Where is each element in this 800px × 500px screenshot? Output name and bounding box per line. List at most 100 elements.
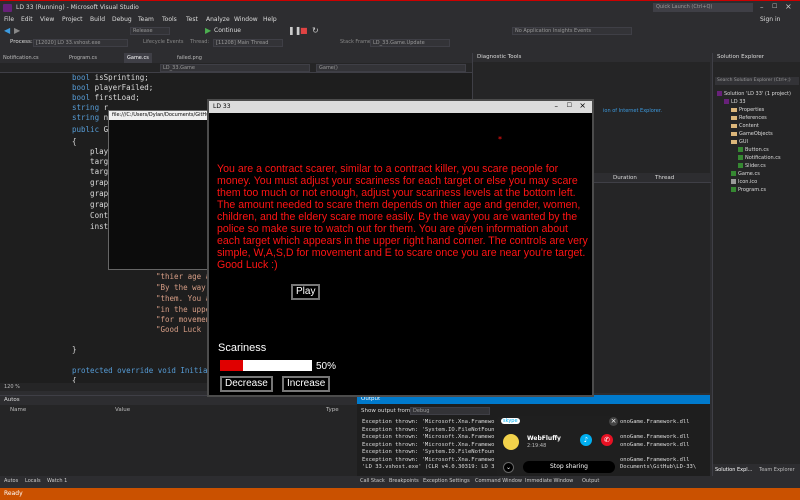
menu-team[interactable]: Team [138,16,154,23]
tab-immediate-window[interactable]: Immediate Window [525,478,573,484]
stack-frame-label: Stack Frame: [340,39,373,45]
continue-button[interactable]: Continue [214,27,241,34]
thread-dropdown[interactable]: [11208] Main Thread [213,39,283,47]
ie-link[interactable]: ion of Internet Explorer. [603,108,662,114]
tab-call-stack[interactable]: Call Stack [360,478,385,484]
solution-item-label: Notification.cs [745,155,781,161]
hang-up-icon[interactable]: ✆ [601,434,613,446]
minimize-button[interactable]: – [760,3,764,11]
code-line: play [72,147,109,156]
tab-team-explorer[interactable]: Team Explorer [759,467,795,473]
lifecycle-events[interactable]: Lifecycle Events [143,39,183,45]
sign-in-link[interactable]: Sign in [760,16,780,23]
window-title: LD 33 (Running) - Microsoft Visual Studi… [16,4,139,11]
tab-breakpoints[interactable]: Breakpoints [389,478,419,484]
solution-item[interactable]: Program.cs [731,187,766,193]
solution-item[interactable]: GUI [731,139,748,145]
menu-tools[interactable]: Tools [162,16,177,23]
close-icon[interactable]: × [609,417,618,426]
solution-explorer: Solution Explorer Search Solution Explor… [712,53,800,476]
stop-icon[interactable]: ■ [300,26,308,35]
solution-item[interactable]: Button.cs [738,147,769,153]
config-dropdown[interactable]: Release [130,27,170,35]
status-bar: Ready [0,488,800,500]
menu-help[interactable]: Help [263,16,277,23]
game-close-button[interactable]: × [579,101,586,110]
tab-watch[interactable]: Watch 1 [47,478,67,484]
maximize-button[interactable]: ☐ [772,3,777,10]
tab-locals[interactable]: Locals [25,478,41,484]
solution-item[interactable]: LD 33 [724,99,746,105]
quick-launch-input[interactable]: Quick Launch (Ctrl+Q) [653,3,753,12]
menu-bar: File Edit View Project Build Debug Team … [0,14,800,25]
solution-item[interactable]: Slider.cs [738,163,766,169]
microphone-icon[interactable]: ♪ [580,434,592,446]
col-duration[interactable]: Duration [613,175,637,181]
solution-item[interactable]: Game.cs [731,171,760,177]
tab-notification[interactable]: Notification.cs [0,53,42,63]
tab-exception-settings[interactable]: Exception Settings [423,478,470,484]
zoom-level[interactable]: 120 % [4,384,20,390]
menu-view[interactable]: View [40,16,54,23]
folder-icon [731,131,737,136]
solution-item-label: Properties [739,107,765,113]
menu-edit[interactable]: Edit [21,16,33,23]
menu-window[interactable]: Window [234,16,258,23]
solution-item[interactable]: Solution 'LD 33' (1 project) [717,91,791,97]
increase-button[interactable]: Increase [282,376,331,392]
solution-item[interactable]: GameObjects [731,131,773,137]
code-string: "in the uppe [156,305,211,314]
class-dropdown[interactable]: LD_33.Game [160,64,310,72]
folder-icon [731,139,737,144]
app-insights-dropdown[interactable]: No Application Insights Events [512,27,632,35]
back-icon[interactable]: ◀ [4,26,10,35]
tab-failed-png[interactable]: failed.png [174,53,205,63]
console-window[interactable]: file:///C:/Users/Dylan/Documents/GitHub/… [108,110,220,270]
col-type[interactable]: Type [326,407,339,413]
tab-command-window[interactable]: Command Window [475,478,522,484]
menu-analyze[interactable]: Analyze [206,16,230,23]
stop-sharing-button[interactable]: Stop sharing [523,461,615,473]
tab-program[interactable]: Program.cs [66,53,100,63]
menu-file[interactable]: File [4,16,14,23]
member-dropdown[interactable]: Game() [316,64,466,72]
game-maximize-button[interactable]: ☐ [567,102,572,109]
menu-debug[interactable]: Debug [112,16,132,23]
stack-frame-dropdown[interactable]: LD_33.Game.Update [370,39,450,47]
game-window[interactable]: LD 33 – ☐ × * You are a contract scarer,… [207,99,594,397]
play-icon[interactable]: ▶ [205,26,211,35]
solution-item[interactable]: Notification.cs [738,155,781,161]
solution-item[interactable]: References [731,115,767,121]
menu-test[interactable]: Test [186,16,198,23]
restart-icon[interactable]: ↻ [312,26,319,35]
document-tabs: Notification.cs Program.cs Game.cs faile… [0,53,472,63]
menu-build[interactable]: Build [90,16,105,23]
code-line: bool isSprinting; [72,73,149,82]
col-name[interactable]: Name [10,407,26,413]
solution-tabs: Solution Expl... Team Explorer [713,464,800,476]
game-minimize-button[interactable]: – [555,102,559,110]
code-line: Cont [72,211,109,220]
forward-icon[interactable]: ▶ [14,26,20,35]
tab-output[interactable]: Output [582,478,599,484]
output-line: 'LD 33.vshost.exe' (CLR v4.0.30319: LD 3 [362,464,495,470]
tab-solution-explorer[interactable]: Solution Expl... [715,467,752,473]
col-thread[interactable]: Thread [655,175,674,181]
tab-game[interactable]: Game.cs [124,53,152,63]
scariness-bar[interactable] [220,360,312,371]
solution-item[interactable]: Properties [731,107,764,113]
col-value[interactable]: Value [115,407,130,413]
output-line: Exception thrown: 'Microsoft.Xna.Framewo [362,419,495,425]
output-source-dropdown[interactable]: Debug [410,407,490,415]
solution-item[interactable]: Content [731,123,759,129]
process-dropdown[interactable]: [12020] LD 33.vshost.exe [33,39,128,47]
decrease-button[interactable]: Decrease [220,376,273,392]
play-button[interactable]: Play [291,284,321,300]
chevron-down-icon[interactable]: ⌄ [503,462,514,473]
visual-studio-logo-icon [3,4,12,12]
solution-item[interactable]: Icon.ico [731,179,757,185]
tab-autos[interactable]: Autos [4,478,18,484]
menu-project[interactable]: Project [62,16,83,23]
close-button[interactable]: × [785,2,792,11]
solution-search-input[interactable]: Search Solution Explorer (Ctrl+;) [715,77,799,85]
